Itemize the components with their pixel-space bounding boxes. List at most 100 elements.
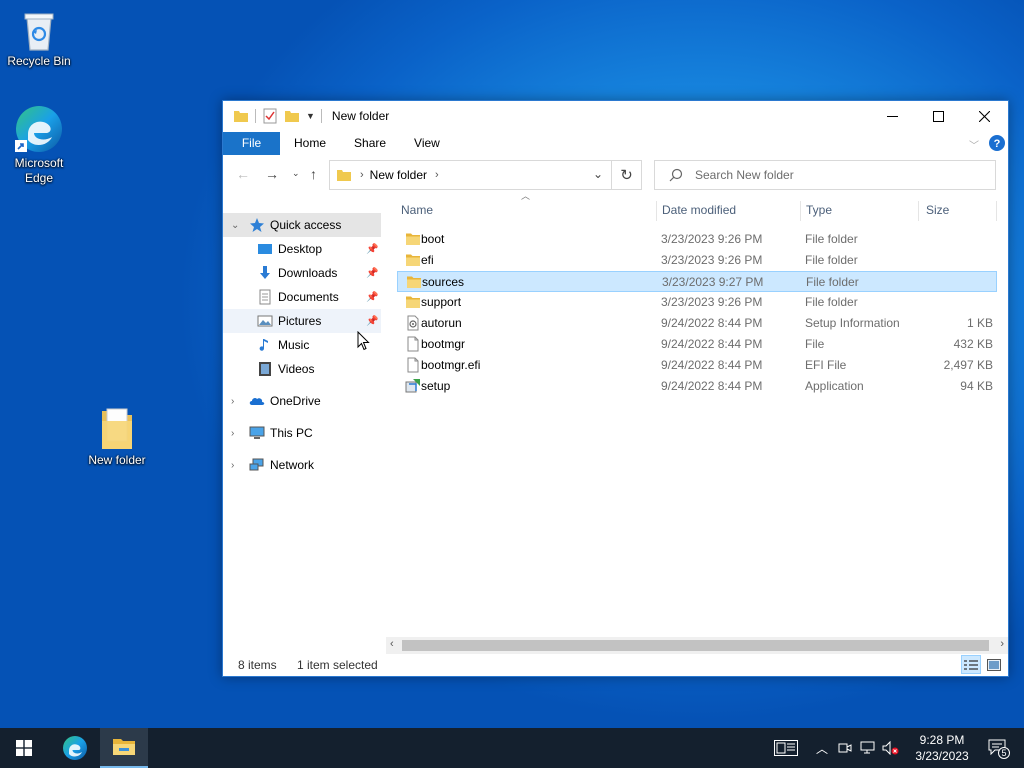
nav-item-quick-access[interactable]: ⌄ Quick access [223, 213, 381, 237]
nav-item-desktop[interactable]: Desktop 📌 [223, 237, 381, 261]
search-input[interactable]: Search New folder [654, 160, 996, 190]
folder-icon [405, 252, 421, 268]
file-explorer-icon [113, 739, 135, 755]
new-folder-icon[interactable] [284, 108, 300, 124]
close-button[interactable] [961, 101, 1007, 131]
help-icon[interactable]: ? [989, 135, 1005, 151]
clock-date: 3/23/2023 [915, 749, 969, 763]
scroll-left-icon[interactable]: ‹ [390, 638, 394, 650]
maximize-icon [932, 110, 944, 122]
back-button[interactable]: ← [236, 166, 250, 182]
up-button[interactable]: ↑ [310, 166, 317, 182]
horizontal-scrollbar[interactable]: ‹ › [386, 637, 1008, 654]
nav-item-videos[interactable]: Videos [223, 357, 381, 381]
clock-time: 9:28 PM [919, 733, 965, 747]
pin-icon: 📌 [366, 243, 379, 255]
file-size: 1 KB [966, 316, 993, 330]
file-date-modified: 3/23/2023 9:26 PM [661, 253, 763, 267]
scrollbar-thumb[interactable] [402, 640, 989, 651]
edge-icon [63, 736, 87, 760]
details-view-button[interactable] [961, 655, 981, 674]
nav-item-pictures[interactable]: Pictures 📌 [223, 309, 381, 333]
minimize-icon [886, 115, 898, 117]
chevron-right-icon[interactable]: › [360, 169, 364, 181]
folder-icon [405, 294, 421, 310]
expand-chevron-icon[interactable]: › [231, 396, 234, 407]
nav-label: Documents [278, 290, 339, 304]
column-divider[interactable] [918, 201, 919, 221]
table-row[interactable]: bootmgr 9/24/2022 8:44 PM File 432 KB [397, 334, 997, 355]
table-row[interactable]: sources 3/23/2023 9:27 PM File folder [397, 271, 997, 292]
desktop-icon-new-folder[interactable]: New folder [79, 405, 155, 468]
desktop-icon-recycle-bin[interactable]: Recycle Bin [1, 8, 77, 69]
desktop-icon-label: New folder [88, 453, 146, 467]
folder-icon [102, 408, 132, 449]
column-divider[interactable] [800, 201, 801, 221]
large-icons-view-button[interactable] [984, 655, 1004, 674]
tab-home[interactable]: Home [280, 132, 340, 155]
maximize-button[interactable] [915, 101, 961, 131]
table-row[interactable]: support 3/23/2023 9:26 PM File folder [397, 292, 997, 313]
file-explorer-window: ▼ New folder File Home Share View ﹀ ? ← … [222, 100, 1009, 677]
tab-share[interactable]: Share [340, 132, 400, 155]
table-row[interactable]: boot 3/23/2023 9:26 PM File folder [397, 229, 997, 250]
scroll-right-icon[interactable]: › [1000, 638, 1004, 650]
column-divider[interactable] [996, 201, 997, 221]
chevron-right-icon[interactable]: › [435, 169, 439, 181]
table-row[interactable]: bootmgr.efi 9/24/2022 8:44 PM EFI File 2,49… [397, 355, 997, 376]
desktop-icon-label: Recycle Bin [7, 54, 71, 68]
desktop-icon-label: Microsoft Edge [14, 156, 64, 185]
customize-toolbar-dropdown-icon[interactable]: ▼ [306, 111, 315, 121]
expand-chevron-icon[interactable]: › [231, 428, 234, 439]
address-bar[interactable]: › New folder › ⌄ [329, 160, 612, 190]
nav-item-this-pc[interactable]: › This PC [223, 421, 381, 445]
meet-now-icon[interactable] [838, 741, 852, 755]
title-bar[interactable]: ▼ New folder [223, 101, 1008, 131]
recent-locations-dropdown[interactable]: ⌄ [292, 168, 300, 179]
breadcrumb-segment[interactable]: New folder [370, 168, 427, 182]
start-button[interactable] [0, 728, 48, 768]
address-history-dropdown[interactable]: ⌄ [593, 167, 603, 181]
clock[interactable]: 9:28 PM 3/23/2023 [912, 732, 972, 764]
expand-chevron-icon[interactable]: › [231, 460, 234, 471]
volume-muted-icon[interactable] [882, 741, 900, 755]
taskbar-file-explorer[interactable] [100, 728, 148, 768]
window-title: New folder [331, 109, 390, 123]
table-row[interactable]: autorun 9/24/2022 8:44 PM Setup Informatio… [397, 313, 997, 334]
tab-file[interactable]: File [223, 132, 280, 155]
expand-ribbon-icon[interactable]: ﹀ [969, 137, 979, 152]
documents-icon [259, 289, 271, 305]
column-header-name[interactable]: Name [401, 193, 656, 227]
column-header-size[interactable]: Size [926, 193, 996, 227]
column-divider[interactable] [656, 201, 657, 221]
nav-item-network[interactable]: › Network [223, 453, 381, 477]
nav-label: Downloads [278, 266, 338, 280]
nav-label: Quick access [270, 218, 342, 232]
tab-view[interactable]: View [400, 132, 454, 155]
nav-item-onedrive[interactable]: › OneDrive [223, 389, 381, 413]
large-icons-view-icon [987, 658, 1001, 671]
folder-icon [234, 111, 248, 122]
taskbar-edge[interactable] [52, 728, 98, 768]
news-widget-icon[interactable] [774, 740, 798, 756]
file-size: 432 KB [953, 337, 993, 351]
notification-count-badge: 5 [998, 747, 1011, 759]
nav-item-downloads[interactable]: Downloads 📌 [223, 261, 381, 285]
minimize-button[interactable] [869, 101, 915, 131]
refresh-button[interactable]: ↻ [612, 160, 642, 190]
column-header-type[interactable]: Type [806, 193, 918, 227]
properties-icon[interactable] [262, 108, 278, 124]
network-status-icon[interactable] [860, 741, 876, 755]
forward-button[interactable]: → [265, 166, 279, 182]
show-hidden-icons-icon[interactable]: ︿ [816, 740, 828, 757]
videos-icon [259, 362, 271, 376]
table-row[interactable]: efi 3/23/2023 9:26 PM File folder [397, 250, 997, 271]
nav-item-documents[interactable]: Documents 📌 [223, 285, 381, 309]
action-center-button[interactable]: 5 [988, 736, 1012, 760]
column-header-date[interactable]: Date modified [662, 193, 800, 227]
pin-icon: 📌 [366, 267, 379, 279]
desktop-icon-microsoft-edge[interactable]: Microsoft Edge [1, 104, 77, 186]
collapse-chevron-icon[interactable]: ⌄ [231, 220, 239, 231]
nav-label: OneDrive [270, 394, 321, 408]
table-row[interactable]: setup 9/24/2022 8:44 PM Application 94 KB [397, 376, 997, 397]
